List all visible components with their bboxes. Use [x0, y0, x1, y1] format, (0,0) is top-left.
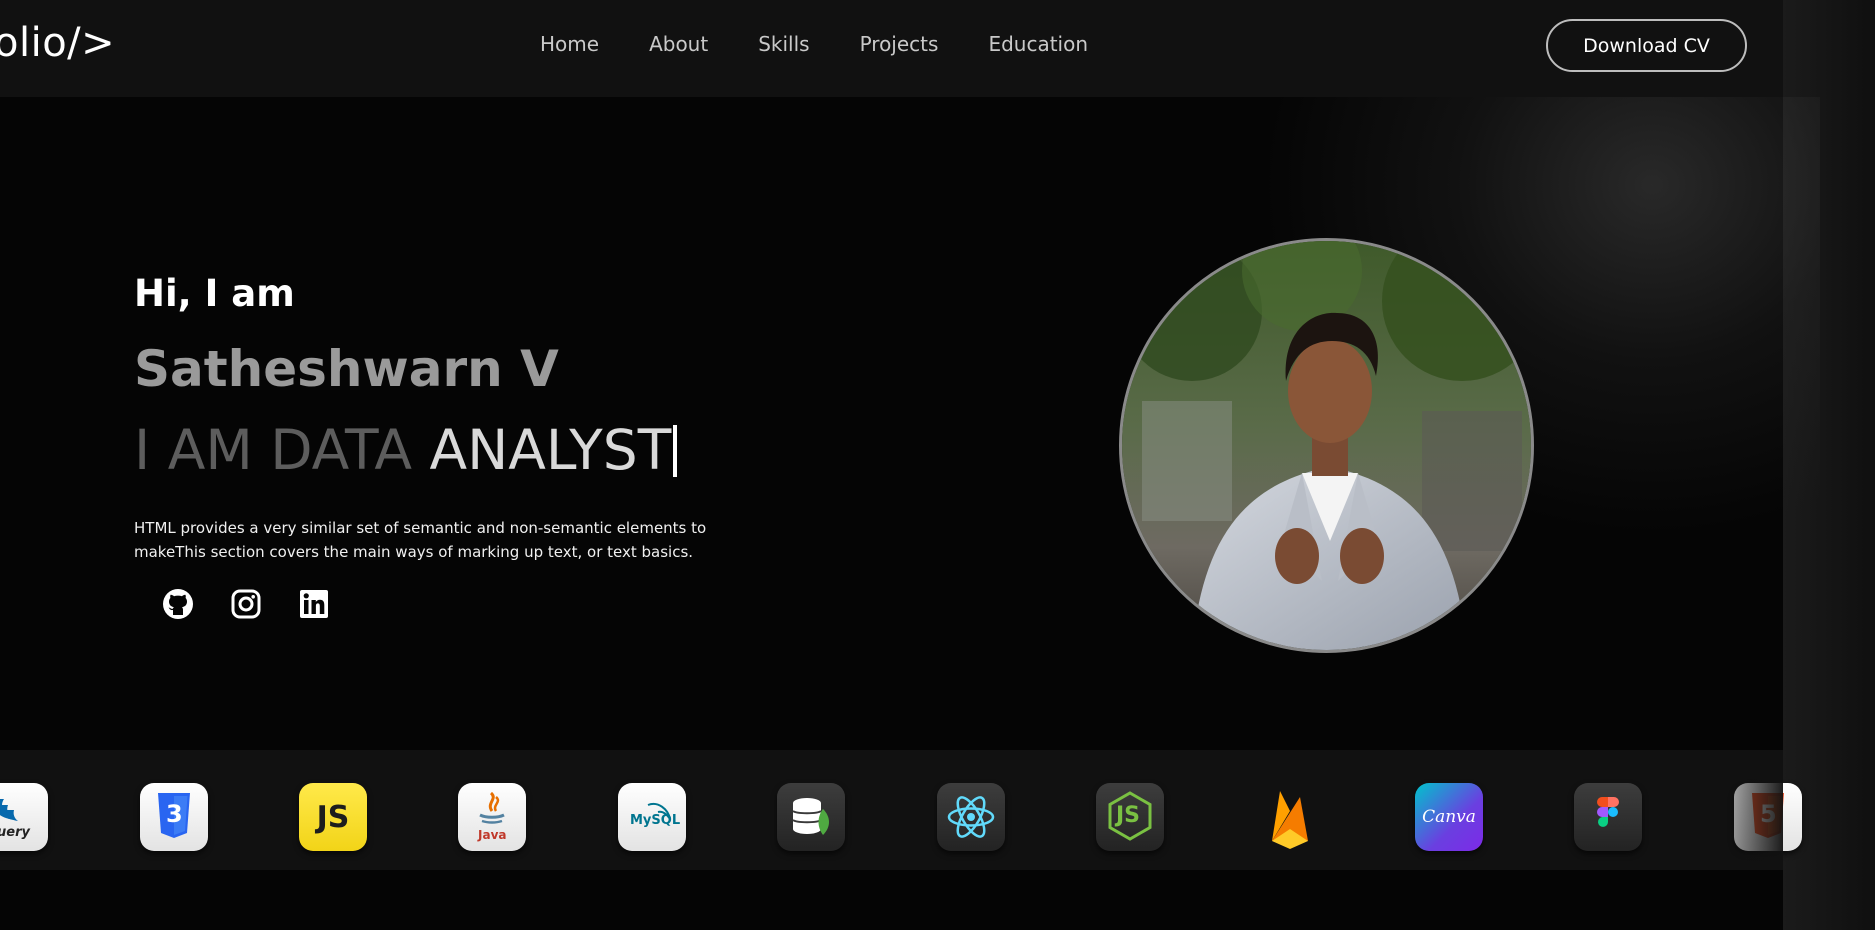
github-icon[interactable]: [162, 588, 194, 620]
canva-icon: Canva: [1415, 783, 1483, 851]
header-bar: olio/> Home About Skills Projects Educat…: [0, 0, 1783, 97]
java-icon: Java: [458, 783, 526, 851]
jquery-icon: Query: [0, 783, 48, 851]
javascript-icon: JS: [299, 783, 367, 851]
logo[interactable]: olio/>: [0, 20, 115, 66]
css3-icon: 3: [140, 783, 208, 851]
canva-label: Canva: [1422, 807, 1476, 827]
instagram-icon[interactable]: [230, 588, 262, 620]
figma-icon: [1574, 783, 1642, 851]
mongodb-icon: [777, 783, 845, 851]
nav-projects[interactable]: Projects: [860, 32, 939, 56]
nav-home[interactable]: Home: [540, 32, 599, 56]
jquery-label: Query: [0, 825, 31, 840]
linkedin-icon[interactable]: [298, 588, 330, 620]
nodejs-icon: JS: [1096, 783, 1164, 851]
nav-skills[interactable]: Skills: [758, 32, 809, 56]
mysql-icon: MySQL: [618, 783, 686, 851]
description-line: HTML provides a very similar set of sema…: [134, 519, 707, 537]
page: olio/> Home About Skills Projects Educat…: [0, 0, 1875, 930]
greeting-heading: Hi, I am: [134, 272, 295, 315]
html5-label: 5: [1760, 800, 1777, 828]
role-text-dim: I AM DATA: [134, 418, 412, 482]
css3-label: 3: [166, 800, 183, 828]
nav-about[interactable]: About: [649, 32, 708, 56]
intro-description: HTML provides a very similar set of sema…: [134, 516, 734, 564]
role-typewriter: I AM DATA ANALYST: [134, 418, 678, 482]
main-nav: Home About Skills Projects Education: [540, 32, 1138, 56]
javascript-label: JS: [316, 799, 350, 835]
download-cv-button[interactable]: Download CV: [1546, 19, 1747, 72]
name-heading: Satheshwarn V: [134, 340, 559, 398]
react-icon: [937, 783, 1005, 851]
typing-cursor: [673, 425, 678, 477]
html5-icon: 5: [1734, 783, 1802, 851]
role-text-bright: ANALYST: [411, 418, 672, 482]
firebase-icon: [1256, 783, 1324, 851]
nodejs-label: JS: [1116, 803, 1141, 828]
tech-stack-strip: Query 3 JS Java MySQL: [0, 750, 1802, 870]
social-links: [162, 588, 366, 620]
profile-photo: [1119, 238, 1534, 653]
java-label: Java: [478, 828, 507, 842]
mysql-label: MySQL: [630, 813, 681, 828]
nav-education[interactable]: Education: [988, 32, 1088, 56]
description-line: makeThis section covers the main ways of…: [134, 543, 694, 561]
